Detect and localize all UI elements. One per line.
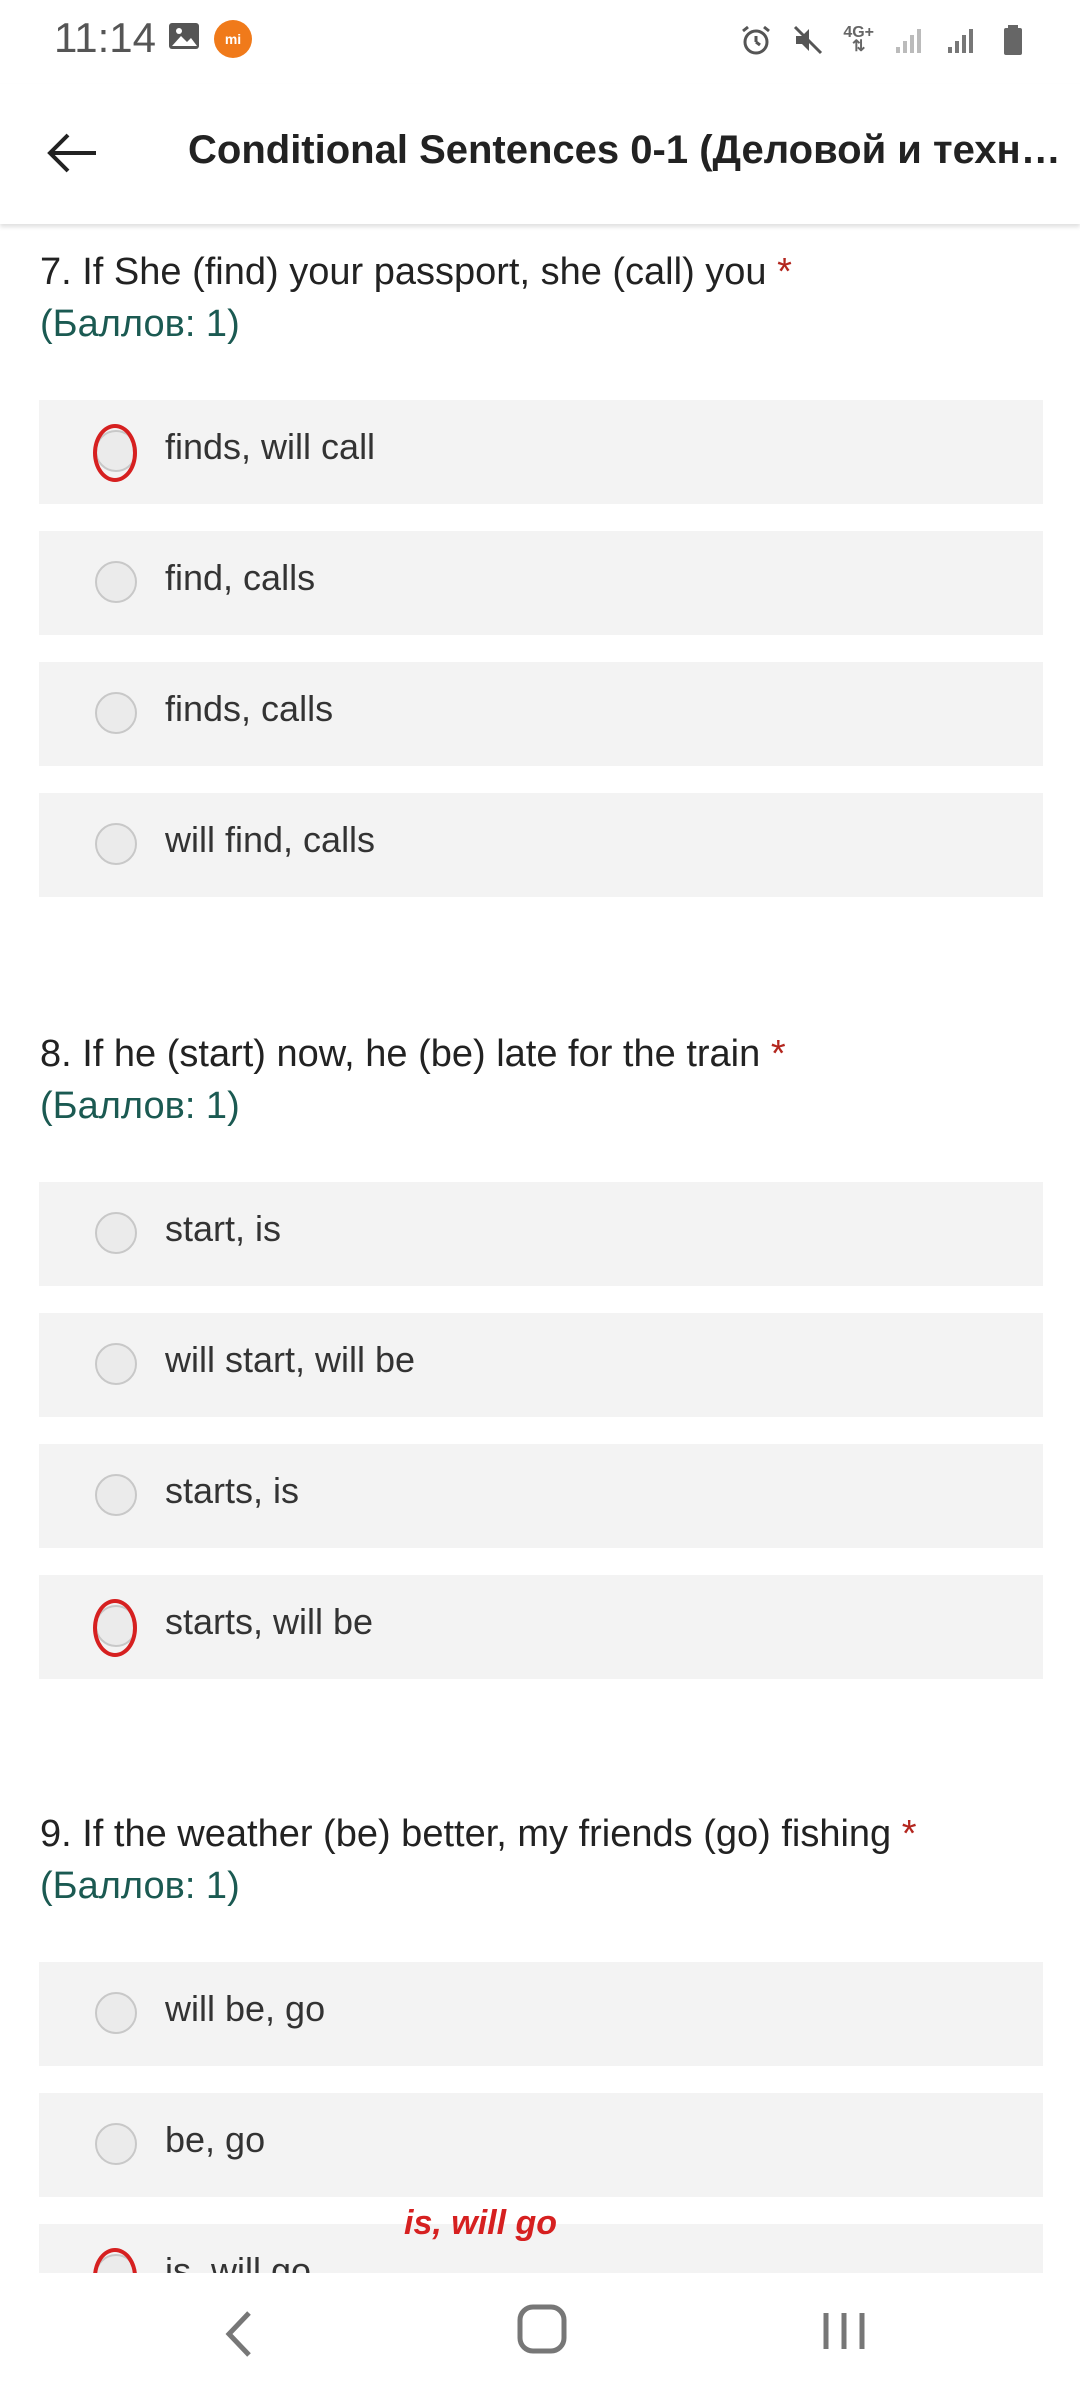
question-9-option-2[interactable]: be, go <box>39 2093 1043 2197</box>
red-circle-mark <box>93 1599 137 1657</box>
form-content[interactable]: 7. If She (find) your passport, she (cal… <box>0 228 1080 2273</box>
handwritten-annotation: is, will go <box>404 2204 558 2242</box>
radio-button[interactable] <box>95 1212 137 1254</box>
radio-button[interactable] <box>95 692 137 734</box>
question-8-option-1[interactable]: start, is <box>39 1182 1043 1286</box>
question-7-option-2[interactable]: find, calls <box>39 531 1043 635</box>
question-8-title: 8. If he (start) now, he (be) late for t… <box>40 1033 786 1075</box>
nav-home-icon[interactable] <box>514 2301 570 2357</box>
question-7-option-1[interactable]: finds, will call <box>39 400 1043 504</box>
required-mark: * <box>770 1033 786 1075</box>
mi-app-icon: mi <box>214 20 252 58</box>
required-mark: * <box>777 251 792 293</box>
question-7-option-4[interactable]: will find, calls <box>39 793 1043 897</box>
red-circle-mark <box>93 424 137 482</box>
radio-button[interactable] <box>95 1474 137 1516</box>
required-mark: * <box>901 1813 917 1855</box>
radio-button[interactable] <box>95 1992 137 2034</box>
network-type-indicator: 4G+ ⇅ <box>843 24 874 55</box>
mute-icon <box>794 25 823 55</box>
question-7-title: 7. If She (find) your passport, she (cal… <box>40 251 792 293</box>
back-arrow-icon[interactable] <box>38 118 108 188</box>
question-8-option-4[interactable]: starts, will be <box>39 1575 1043 1679</box>
signal-icon <box>896 29 921 53</box>
system-nav-bar <box>0 2273 1080 2400</box>
page-title: Conditional Sentences 0-1 (Деловой и тех… <box>188 128 1078 172</box>
question-7-points: (Баллов: 1) <box>40 303 240 345</box>
question-8-points: (Баллов: 1) <box>40 1085 240 1127</box>
app-bar: Conditional Sentences 0-1 (Деловой и тех… <box>0 84 1080 224</box>
radio-button[interactable] <box>95 2123 137 2165</box>
radio-button[interactable] <box>95 561 137 603</box>
signal-icon-2 <box>948 29 973 53</box>
gallery-icon <box>169 23 199 49</box>
question-9-points: (Баллов: 1) <box>40 1865 240 1907</box>
question-9-option-1[interactable]: will be, go <box>39 1962 1043 2066</box>
question-7-option-3[interactable]: finds, calls <box>39 662 1043 766</box>
status-time: 11:14 <box>54 14 156 61</box>
nav-back-icon[interactable] <box>215 2299 265 2369</box>
question-9-title: 9. If the weather (be) better, my friend… <box>40 1813 917 1855</box>
question-8-option-3[interactable]: starts, is <box>39 1444 1043 1548</box>
battery-icon <box>1004 25 1022 55</box>
status-bar: 11:14 mi 4G+ ⇅ <box>0 0 1080 80</box>
radio-button[interactable] <box>95 823 137 865</box>
red-circle-mark <box>93 2248 137 2273</box>
radio-button[interactable] <box>95 1343 137 1385</box>
nav-recents-icon[interactable] <box>816 2303 872 2359</box>
question-8-option-2[interactable]: will start, will be <box>39 1313 1043 1417</box>
alarm-icon <box>742 25 771 55</box>
